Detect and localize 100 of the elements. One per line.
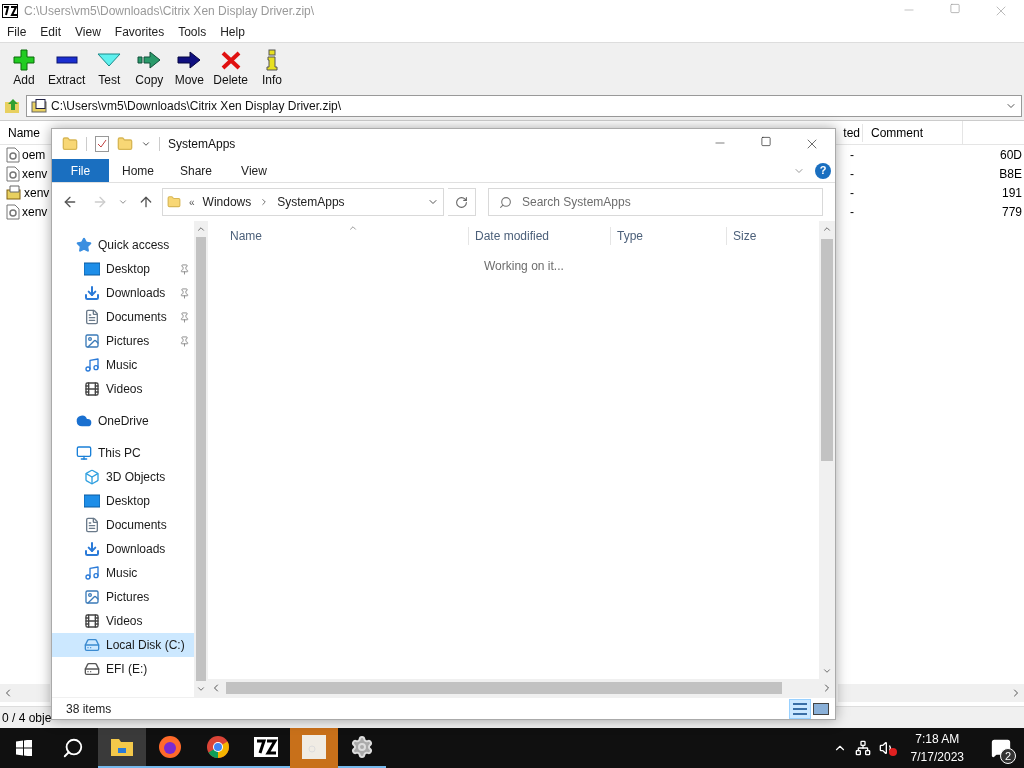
arrow-icon bbox=[136, 48, 163, 71]
nav-label: Documents bbox=[106, 517, 167, 534]
table-cell-text: 191 bbox=[1000, 184, 1023, 202]
archive-app-icon bbox=[254, 737, 278, 757]
nav-item[interactable]: Pictures bbox=[52, 329, 194, 353]
refresh-button[interactable] bbox=[448, 188, 476, 216]
search-field[interactable]: Search SystemApps bbox=[488, 188, 823, 216]
menu-item[interactable]: Tools bbox=[171, 23, 214, 41]
nav-label: Quick access bbox=[98, 237, 170, 254]
notification-count: 2 bbox=[1000, 748, 1016, 764]
folder-icon bbox=[167, 194, 181, 210]
horizontal-scrollbar[interactable] bbox=[208, 679, 835, 697]
network-icon[interactable] bbox=[854, 740, 871, 756]
column-header[interactable]: Date modified bbox=[468, 227, 610, 245]
horizontal-scrollbar[interactable] bbox=[0, 684, 50, 702]
table-cell-text: - bbox=[849, 165, 855, 183]
folder-icon bbox=[62, 136, 78, 152]
download-icon bbox=[84, 541, 100, 557]
table-cell-text: B8E bbox=[998, 165, 1023, 183]
nav-label: OneDrive bbox=[98, 413, 149, 430]
nav-label: 3D Objects bbox=[106, 469, 166, 486]
recent-icon[interactable] bbox=[118, 197, 128, 207]
toolbar-button[interactable]: Test bbox=[89, 48, 130, 89]
muted-speaker-icon[interactable] bbox=[878, 740, 897, 756]
plus-icon bbox=[11, 48, 37, 71]
music-icon bbox=[84, 357, 100, 373]
horizontal-scrollbar[interactable] bbox=[838, 684, 1024, 702]
toolbar-button[interactable]: Copy bbox=[129, 48, 170, 89]
ribbon-tab[interactable]: Share bbox=[167, 159, 225, 182]
window-title: SystemApps bbox=[168, 136, 236, 153]
monitor-icon bbox=[76, 445, 92, 461]
nav-item[interactable]: Downloads bbox=[52, 537, 194, 561]
column-header[interactable]: Name bbox=[0, 123, 51, 142]
ribbon-tab[interactable]: File bbox=[52, 159, 109, 182]
nav-item[interactable]: 3D Objects bbox=[52, 465, 194, 489]
back-icon[interactable] bbox=[62, 194, 78, 210]
column-header[interactable]: Comment bbox=[862, 123, 962, 142]
nav-item[interactable]: Desktop bbox=[52, 257, 194, 281]
menu-item[interactable]: View bbox=[68, 23, 108, 41]
taskbar-app[interactable] bbox=[98, 728, 146, 768]
nav-item[interactable]: Documents bbox=[52, 305, 194, 329]
overflow-icon[interactable]: « bbox=[189, 194, 195, 210]
up-icon[interactable] bbox=[138, 194, 154, 210]
picture-icon bbox=[84, 333, 100, 349]
clock[interactable]: 7:18 AM 7/17/2023 bbox=[904, 730, 970, 766]
nav-item[interactable]: Videos bbox=[52, 609, 194, 633]
nav-item[interactable]: This PC bbox=[52, 441, 194, 465]
menu-item[interactable]: Help bbox=[213, 23, 252, 41]
menu-item[interactable]: Edit bbox=[33, 23, 69, 41]
breadcrumb[interactable]: SystemApps bbox=[277, 193, 345, 211]
file-name: xenv bbox=[24, 184, 50, 202]
vertical-scrollbar[interactable] bbox=[819, 221, 835, 679]
thumbnail-view-icon[interactable] bbox=[813, 702, 829, 715]
nav-item[interactable]: Desktop bbox=[52, 489, 194, 513]
toolbar-button[interactable]: Info bbox=[252, 48, 293, 89]
nav-item[interactable]: Downloads bbox=[52, 281, 194, 305]
nav-label: Desktop bbox=[106, 261, 151, 278]
toolbar-button[interactable]: Add bbox=[4, 48, 44, 89]
address-field[interactable]: C:\Users\vm5\Downloads\Citrix Xen Display Driver.zip\ bbox=[26, 95, 1022, 117]
document-icon bbox=[84, 517, 100, 533]
nav-label: EFI (E:) bbox=[106, 661, 148, 678]
column-header[interactable]: Type bbox=[610, 227, 726, 245]
checklist-icon[interactable] bbox=[95, 136, 109, 152]
up-folder-icon[interactable] bbox=[4, 97, 22, 115]
file-name: xenv bbox=[22, 165, 48, 183]
toolbar-button[interactable]: Move bbox=[169, 48, 210, 89]
nav-item[interactable]: Music bbox=[52, 561, 194, 585]
column-header[interactable]: ted bbox=[836, 123, 862, 142]
gear-file-icon bbox=[6, 203, 20, 220]
help-icon[interactable]: ? bbox=[815, 162, 831, 179]
nav-label: Music bbox=[106, 357, 138, 374]
nav-item[interactable]: Documents bbox=[52, 513, 194, 537]
toolbar-button[interactable]: Extract bbox=[44, 48, 90, 89]
table-cell-text: - bbox=[849, 203, 855, 221]
desktop-icon bbox=[84, 493, 100, 509]
nav-item[interactable]: OneDrive bbox=[52, 409, 194, 433]
menu-item[interactable]: Favorites bbox=[107, 23, 172, 41]
nav-item[interactable]: Local Disk (C:) bbox=[52, 633, 194, 657]
details-view-icon[interactable] bbox=[789, 698, 811, 719]
address-bar[interactable]: « Windows SystemApps bbox=[162, 188, 444, 216]
nav-item[interactable]: Music bbox=[52, 353, 194, 377]
nav-item[interactable]: Quick access bbox=[52, 233, 194, 257]
ribbon-tab[interactable]: View bbox=[225, 159, 283, 182]
film-icon bbox=[84, 613, 100, 629]
nav-item[interactable]: Pictures bbox=[52, 585, 194, 609]
nav-item[interactable]: Videos bbox=[52, 377, 194, 401]
toolbar-button[interactable]: Delete bbox=[209, 48, 253, 89]
cloud-icon bbox=[76, 413, 92, 429]
nav-label: Pictures bbox=[106, 333, 150, 350]
menu-item[interactable]: File bbox=[0, 23, 34, 41]
nav-item[interactable]: EFI (E:) bbox=[52, 657, 194, 681]
forward-icon[interactable] bbox=[92, 194, 108, 210]
folder-icon[interactable] bbox=[117, 136, 133, 152]
breadcrumb[interactable]: Windows bbox=[202, 193, 252, 211]
document-icon bbox=[84, 309, 100, 325]
ribbon-tab[interactable]: Home bbox=[109, 159, 167, 182]
column-header[interactable]: Name bbox=[208, 227, 468, 245]
dropdown-icon[interactable] bbox=[141, 139, 151, 149]
vertical-scrollbar[interactable] bbox=[194, 221, 208, 697]
nav-label: This PC bbox=[98, 445, 141, 462]
